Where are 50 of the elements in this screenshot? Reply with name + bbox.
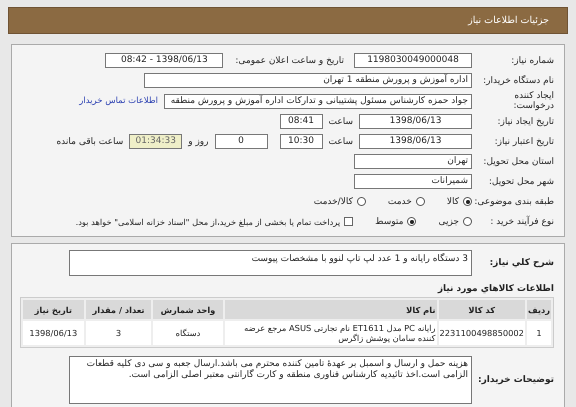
need-number-field: 1198030049000048 [354,53,472,68]
date-field: 1398/06/13 [359,134,472,149]
column-header: ردیف [526,300,551,319]
field-label: روز و [188,136,208,146]
field-label: نام دستگاه خریدار: [482,76,554,86]
buyer-field: اداره آموزش و پرورش منطقه 1 تهران [144,73,472,88]
field-label: نوع فرآیند خرید : [489,216,554,226]
announce-date-field: 1398/06/13 - 08:42 [105,53,224,68]
province-field: تهران [354,154,472,169]
column-header: تاریخ نیاز [23,300,84,319]
radio-option[interactable]: خدمت [388,196,425,206]
date-field: 1398/06/13 [359,114,472,129]
remaining-time-field: 01:34:33 [129,134,182,149]
table-cell: 1398/06/13 [23,321,84,345]
section-title: اطلاعات کالاهاي مورد نياز [436,284,554,294]
table-cell: 2231100498850002 [438,321,525,345]
field-label: ساعت [328,116,353,126]
city-field: شمیرانات [354,174,472,189]
field-label: شرح کلي نياز: [488,258,554,268]
summary-field: 3 دستگاه رایانه و 1 عدد لپ تاپ لنوو با مشخصات پیوست [69,250,472,276]
field-label: تاریخ و ساعت اعلان عمومی: [235,56,344,66]
column-header: تعداد / مقدار [86,300,152,319]
field-label: تاریخ ایجاد نیاز: [496,116,554,126]
field-label: ساعت باقی مانده [56,136,124,146]
radio-option[interactable]: کالا [446,196,472,206]
field-label: طبقه بندی موضوعی: [473,196,554,206]
days-field: 0 [214,134,268,149]
table-cell: رایانه PC مدل ET1611 نام تجارتی ASUS مرجع عرضه کننده سامان پوشش زاگرس [224,321,436,345]
field-label: استان محل تحویل: [482,156,554,166]
field-label: شهر محل تحویل: [488,176,554,186]
buyer-contact-link[interactable]: اطلاعات تماس خریدار [79,96,158,106]
notes-field: هزینه حمل و ارسال و اسمبل بر عهدۀ تامین کننده محترم می باشد.ارسال جعبه و سی دی کلیه قطعات الزامی است.اخذ تائیدیه کارشناس فناوری منطقه و کارت گارانتی معتبر اصلی الزامی است. [69,356,472,404]
checkbox-option[interactable]: پرداخت تمام یا بخشی از مبلغ خرید،از محل "اسناد خزانه اسلامی" خواهد بود. [76,216,354,226]
field-label: ساعت [328,136,353,146]
table-cell: دستگاه [153,321,222,345]
radio-option[interactable]: جزیی [438,216,472,226]
field-label: ایجاد کننده درخواست: [512,91,554,111]
header-title: جزئیات اطلاعات نیاز [468,15,549,26]
table-cell: 3 [86,321,152,345]
field-label: تاریخ اعتبار نیاز: [494,136,554,146]
radio-option[interactable]: متوسط [375,216,416,226]
column-header: واحد شمارش [153,300,222,319]
table-cell: 1 [526,321,551,345]
time-field: 08:41 [280,114,322,129]
column-header: کد کالا [438,300,525,319]
field-label: توضیحات خریدار: [477,375,554,385]
column-header: نام کالا [224,300,436,319]
radio-option[interactable]: کالا/خدمت [314,196,366,206]
field-label: شماره نیاز: [510,56,554,66]
time-field: 10:30 [280,134,322,149]
